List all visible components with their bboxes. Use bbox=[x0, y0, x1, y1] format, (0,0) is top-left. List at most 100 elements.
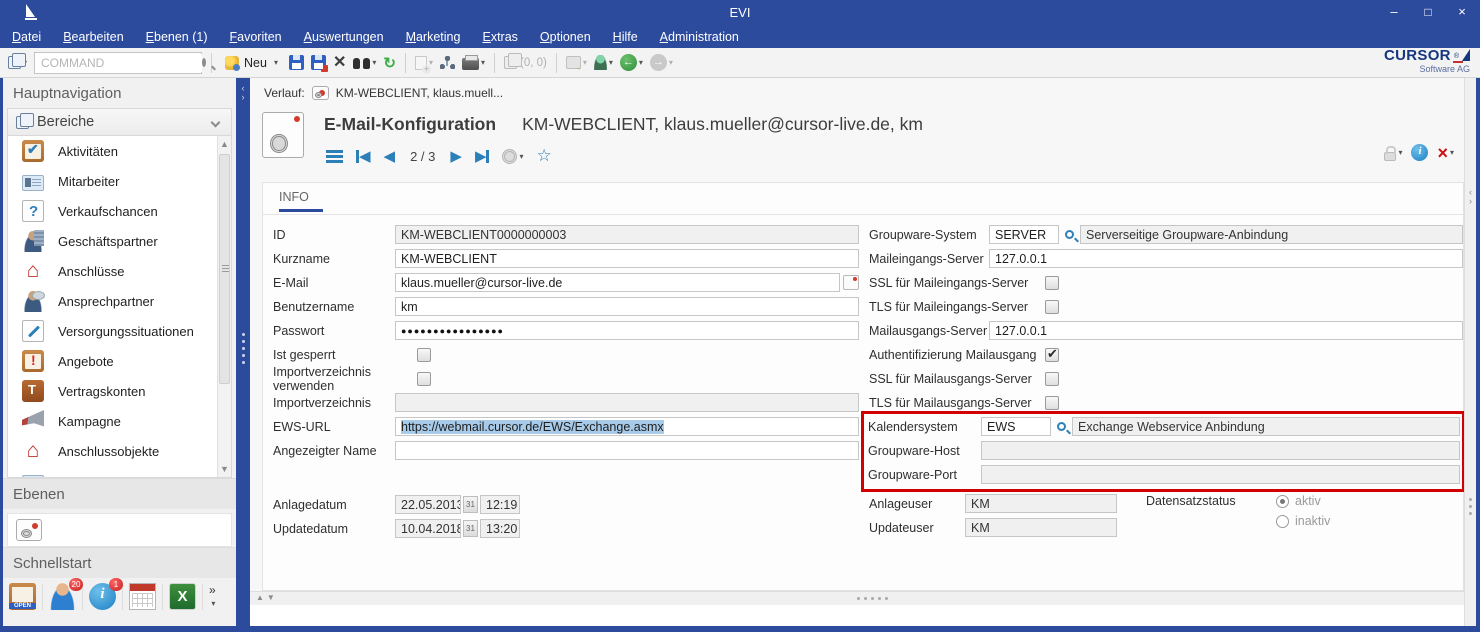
ebenen-header[interactable]: Ebenen bbox=[3, 478, 236, 509]
save-button[interactable] bbox=[289, 55, 304, 70]
export-button[interactable]: ▾ bbox=[566, 56, 587, 69]
user-session-button[interactable]: ▾ bbox=[594, 55, 613, 70]
bottom-splitter[interactable]: ▲▼ bbox=[250, 591, 1464, 605]
sidebar-item-vertragskonten[interactable]: Vertragskonten bbox=[8, 376, 231, 406]
workflow-button[interactable] bbox=[440, 56, 455, 69]
menu-auswertungen[interactable]: Auswertungen bbox=[304, 30, 384, 44]
command-input[interactable] bbox=[35, 54, 202, 72]
scroll-up-icon[interactable]: ▲ bbox=[218, 136, 231, 152]
groupware-system-field[interactable]: SERVER bbox=[989, 225, 1059, 244]
favorite-star-icon[interactable]: ☆ bbox=[537, 146, 552, 166]
calendar-button[interactable]: 31 bbox=[463, 520, 478, 537]
close-button[interactable]: × bbox=[1452, 3, 1472, 21]
last-record-button[interactable]: ▶ bbox=[475, 149, 490, 164]
sidebar-item-ansprechpartner[interactable]: Ansprechpartner bbox=[8, 286, 231, 316]
navigate-forward-button[interactable]: →▾ bbox=[650, 54, 673, 71]
kalendersystem-field[interactable]: EWS bbox=[981, 417, 1051, 436]
sidebar-item-anschluesse[interactable]: ⌂Anschlüsse bbox=[8, 256, 231, 286]
tls-eingang-checkbox[interactable] bbox=[1045, 300, 1059, 314]
info-quick-icon[interactable]: 1 bbox=[89, 583, 116, 610]
sidebar-item-verkaufschancen[interactable]: Verkaufschancen bbox=[8, 196, 231, 226]
maximize-button[interactable]: □ bbox=[1418, 3, 1438, 21]
inaktiv-radio[interactable] bbox=[1276, 515, 1289, 528]
navigate-back-button[interactable]: ←▾ bbox=[620, 54, 643, 71]
maileingangs-server-field[interactable]: 127.0.0.1 bbox=[989, 249, 1463, 268]
excel-icon[interactable] bbox=[169, 583, 196, 610]
scrollbar-thumb[interactable] bbox=[219, 154, 230, 384]
ews-url-field[interactable]: https://webmail.cursor.de/EWS/Exchange.a… bbox=[395, 417, 859, 436]
verlauf-item[interactable]: KM-WEBCLIENT, klaus.muell... bbox=[336, 86, 503, 100]
auth-ausgang-checkbox[interactable] bbox=[1045, 348, 1059, 362]
passwort-field[interactable]: ●●●●●●●●●●●●●●●● bbox=[395, 321, 859, 340]
sidebar-item-partial[interactable] bbox=[8, 466, 231, 478]
layer-pages-icon[interactable]: ▾ bbox=[8, 56, 27, 69]
sidebar-splitter[interactable]: ‹› bbox=[236, 78, 250, 626]
email-field[interactable]: klaus.mueller@cursor-live.de bbox=[395, 273, 840, 292]
splitter-grip[interactable] bbox=[242, 333, 245, 364]
ist-gesperrt-checkbox[interactable] bbox=[417, 348, 431, 362]
menu-administration[interactable]: Administration bbox=[660, 30, 739, 44]
calendar-icon[interactable] bbox=[129, 583, 156, 610]
open-activities-icon[interactable] bbox=[9, 583, 36, 610]
minimize-button[interactable]: – bbox=[1384, 3, 1404, 21]
mailausgangs-server-field[interactable]: 127.0.0.1 bbox=[989, 321, 1463, 340]
delete-button[interactable]: ✕ bbox=[333, 56, 346, 70]
previous-record-button[interactable]: ◀ bbox=[384, 149, 396, 164]
tab-info[interactable]: INFO bbox=[279, 190, 323, 212]
send-email-icon[interactable] bbox=[843, 275, 859, 290]
search-binoculars-button[interactable]: ▾ bbox=[353, 56, 376, 69]
next-record-button[interactable]: ▶ bbox=[450, 149, 462, 164]
menu-ebenen[interactable]: Ebenen (1) bbox=[146, 30, 208, 44]
contacts-quick-icon[interactable]: 20 bbox=[49, 583, 76, 610]
angezeigter-name-field[interactable] bbox=[395, 441, 859, 460]
ssl-ausgang-checkbox[interactable] bbox=[1045, 372, 1059, 386]
ebene-email-konfiguration[interactable] bbox=[7, 513, 232, 547]
info-icon[interactable] bbox=[1411, 144, 1428, 161]
menu-favoriten[interactable]: Favoriten bbox=[230, 30, 282, 44]
scroll-down-icon[interactable]: ▼ bbox=[218, 461, 231, 477]
sidebar-scrollbar[interactable]: ▲ ▼ bbox=[217, 136, 231, 477]
sidebar-item-mitarbeiter[interactable]: Mitarbeiter bbox=[8, 166, 231, 196]
sidebar-item-anschlussobjekte[interactable]: ⌂Anschlussobjekte bbox=[8, 436, 231, 466]
sidebar-item-angebote[interactable]: Angebote bbox=[8, 346, 231, 376]
tls-ausgang-checkbox[interactable] bbox=[1045, 396, 1059, 410]
menu-bearbeiten[interactable]: Bearbeiten bbox=[63, 30, 123, 44]
save-as-button[interactable] bbox=[311, 55, 326, 70]
bereiche-header[interactable]: Bereiche bbox=[7, 108, 232, 136]
splitter-grip[interactable] bbox=[857, 597, 888, 600]
collapse-right-icon[interactable]: ‹› bbox=[1465, 188, 1476, 206]
aktiv-radio[interactable] bbox=[1276, 495, 1289, 508]
importverzeichnis-verwenden-checkbox[interactable] bbox=[417, 372, 431, 386]
command-search-icon[interactable] bbox=[202, 58, 206, 67]
kurzname-field[interactable]: KM-WEBCLIENT bbox=[395, 249, 859, 268]
sidebar-item-geschaeftspartner[interactable]: Geschäftspartner bbox=[8, 226, 231, 256]
sidebar-item-versorgungssituationen[interactable]: Versorgungssituationen bbox=[8, 316, 231, 346]
lookup-icon[interactable] bbox=[1057, 422, 1066, 431]
close-record-button[interactable]: ×▾ bbox=[1437, 145, 1454, 161]
menu-datei[interactable]: Datei bbox=[12, 30, 41, 44]
ssl-eingang-checkbox[interactable] bbox=[1045, 276, 1059, 290]
refresh-button[interactable]: ↻ bbox=[383, 54, 396, 72]
menu-marketing[interactable]: Marketing bbox=[406, 30, 461, 44]
menu-burger-icon[interactable] bbox=[326, 150, 343, 163]
schnellstart-header[interactable]: Schnellstart bbox=[3, 547, 236, 578]
menu-optionen[interactable]: Optionen bbox=[540, 30, 591, 44]
neu-button[interactable]: Neu ▾ bbox=[221, 54, 282, 72]
sidebar-item-kampagne[interactable]: Kampagne bbox=[8, 406, 231, 436]
lock-button[interactable]: ▾ bbox=[1384, 145, 1402, 161]
new-document-button[interactable]: ▾ bbox=[415, 56, 433, 70]
print-button[interactable]: ▾ bbox=[462, 55, 485, 70]
menu-hilfe[interactable]: Hilfe bbox=[613, 30, 638, 44]
collapse-left-icon[interactable]: ‹› bbox=[236, 84, 250, 102]
benutzername-field[interactable]: km bbox=[395, 297, 859, 316]
calendar-button[interactable]: 31 bbox=[463, 496, 478, 513]
sidebar-item-aktivitaeten[interactable]: Aktivitäten bbox=[8, 136, 231, 166]
overflow-button[interactable]: »▾ bbox=[209, 584, 216, 610]
right-splitter[interactable]: ‹› bbox=[1464, 78, 1476, 626]
chevron-down-icon[interactable] bbox=[211, 117, 221, 127]
record-settings-button[interactable]: ▾ bbox=[502, 149, 523, 164]
lookup-icon[interactable] bbox=[1065, 230, 1074, 239]
menu-extras[interactable]: Extras bbox=[482, 30, 517, 44]
splitter-arrows[interactable]: ▲▼ bbox=[256, 593, 278, 602]
splitter-grip[interactable] bbox=[1469, 498, 1472, 515]
